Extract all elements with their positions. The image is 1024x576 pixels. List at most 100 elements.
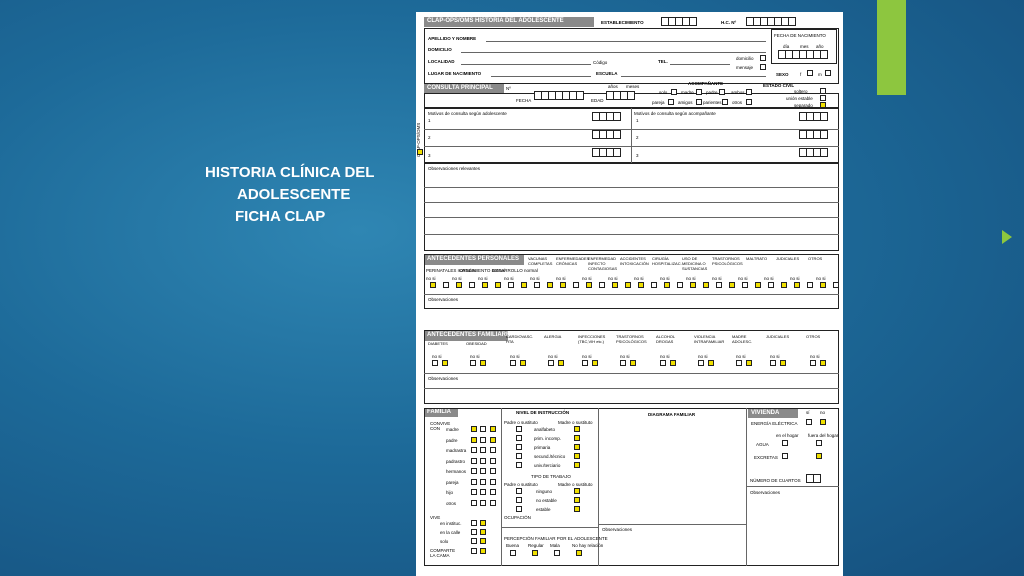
ap-checkbox bbox=[742, 282, 748, 288]
civil-union: unión estable bbox=[786, 96, 813, 101]
ap-checkbox bbox=[703, 282, 709, 288]
convive-checkbox-2 bbox=[480, 457, 486, 464]
slide-title: HISTORIA CLÍNICA DEL ADOLESCENTE FICHA C… bbox=[205, 162, 374, 228]
ap-checkbox bbox=[599, 282, 605, 288]
ap-checkbox bbox=[781, 282, 787, 288]
af-no-si: no si bbox=[736, 354, 746, 359]
ap-checkbox bbox=[768, 282, 774, 288]
hc-label: H.C. Nº bbox=[721, 20, 737, 25]
convive-checkbox-1 bbox=[471, 426, 477, 432]
motivo-acomp-cells-2 bbox=[799, 130, 828, 139]
ap-checkbox bbox=[794, 282, 800, 288]
slide-title-line-1: HISTORIA CLÍNICA DEL bbox=[205, 164, 375, 181]
tel-line bbox=[670, 64, 730, 65]
civil-soltero-checkbox bbox=[820, 88, 826, 94]
instr-madre-checkbox bbox=[574, 435, 580, 441]
ap-col-label: ENFERMEDADES CRÓNICAS bbox=[556, 256, 590, 266]
agua-fuera-checkbox bbox=[816, 440, 822, 446]
familia-section bbox=[424, 408, 839, 566]
obs-line-4 bbox=[424, 234, 839, 235]
localidad-line bbox=[461, 64, 591, 65]
lugar-line bbox=[491, 76, 591, 77]
vive-row-label: en la calle bbox=[440, 530, 461, 535]
instr-padre-checkbox bbox=[516, 435, 522, 441]
convive-row-label: pareja bbox=[446, 479, 459, 485]
percepcion-checkbox bbox=[532, 550, 538, 556]
convive-row-label: padrastro bbox=[446, 458, 466, 464]
ap-no-si: no si bbox=[712, 276, 722, 281]
af-no-checkbox bbox=[660, 360, 666, 366]
instr-madre-label: Madre o sustituto bbox=[558, 420, 593, 425]
convive-checkbox-2 bbox=[480, 468, 486, 474]
motivo-adol-1: 1 bbox=[428, 118, 431, 123]
ap-checkbox bbox=[820, 282, 826, 288]
ap-no-si: no si bbox=[530, 276, 540, 281]
ap-checkbox bbox=[508, 282, 514, 288]
motivo-line-1 bbox=[424, 129, 839, 130]
vive-no-checkbox bbox=[471, 529, 477, 535]
energia-si-checkbox bbox=[806, 419, 812, 425]
instr-row-label: secund./técnico bbox=[534, 454, 566, 459]
af-si-checkbox bbox=[442, 360, 448, 366]
af-col-label: DIABETES bbox=[428, 341, 448, 346]
convive-checkbox-3 bbox=[490, 499, 496, 506]
acomp-ambos-checkbox bbox=[746, 89, 752, 95]
side-marker bbox=[417, 149, 423, 155]
vivienda-header: VIVIENDA bbox=[748, 409, 798, 418]
percepcion-checkbox bbox=[510, 550, 516, 556]
edad-cells bbox=[606, 91, 635, 100]
af-col-label: MADRE ADOLESC. bbox=[732, 334, 753, 344]
diagrama-familiar-label: DIAGRAMA FAMILIAR bbox=[648, 412, 696, 417]
excretas-label: EXCRETAS bbox=[754, 455, 778, 460]
instr-row-label: univ./terciario bbox=[534, 463, 561, 468]
motivos-divider bbox=[631, 108, 632, 163]
ap-checkbox bbox=[430, 282, 436, 288]
convive-checkbox-1 bbox=[471, 499, 477, 506]
instr-madre-checkbox bbox=[574, 426, 580, 432]
acomp-otros: otros bbox=[732, 100, 743, 105]
nivel-instruccion-label: NIVEL DE INSTRUCCIÓN bbox=[516, 410, 570, 415]
af-col-label: VIOLENCIA INTRAFAMILIAR bbox=[694, 334, 725, 344]
ap-checkbox bbox=[482, 282, 488, 288]
ap-desarrollo: DESARROLLO normal bbox=[492, 268, 538, 273]
instr-madre-checkbox bbox=[574, 453, 580, 459]
ap-col-label: MALTRATO bbox=[746, 256, 768, 261]
percepcion-option-label: Regular bbox=[528, 543, 544, 548]
hc-cells bbox=[746, 17, 796, 26]
af-si-checkbox bbox=[746, 360, 752, 366]
convive-row-label: madrastra bbox=[446, 448, 467, 453]
ap-checkbox bbox=[625, 282, 631, 288]
energia-label: ENERGÍA ELÉCTRICA bbox=[751, 421, 798, 426]
ap-col-label: ENFERMEDAD INFECTO CONTAGIOSAS bbox=[588, 256, 618, 271]
acomp-amigos-checkbox bbox=[696, 99, 702, 105]
slide-title-line-2: ADOLESCENTE bbox=[237, 186, 351, 203]
next-slide-arrow-icon[interactable] bbox=[1002, 230, 1012, 244]
establecimiento-cells bbox=[661, 17, 697, 26]
af-si-checkbox bbox=[480, 360, 486, 366]
af-si-checkbox bbox=[780, 360, 786, 366]
domicilio-option: domicilio bbox=[736, 56, 754, 61]
convive-checkbox-2 bbox=[480, 447, 486, 453]
consulta-number-label: Nº bbox=[506, 86, 511, 91]
af-no-si: no si bbox=[660, 354, 670, 359]
convive-checkbox-2 bbox=[480, 489, 486, 495]
motivo-acomp-2: 2 bbox=[636, 135, 639, 140]
ap-col-label: TRASTORNOS PSICOLÓGICOS bbox=[712, 256, 743, 266]
convive-row-label: hijo bbox=[446, 490, 454, 495]
af-col-label: OBESIDAD bbox=[466, 341, 487, 346]
ap-checkbox bbox=[690, 282, 696, 288]
apellido-label: APELLIDO Y NOMBRE bbox=[428, 36, 477, 41]
ap-no-si: no si bbox=[452, 276, 462, 281]
civil-union-checkbox bbox=[820, 95, 826, 101]
af-si-checkbox bbox=[558, 360, 564, 366]
instr-row-label: primaria bbox=[534, 445, 551, 450]
ap-checkbox bbox=[755, 282, 761, 288]
mensaje-option: mensaje bbox=[736, 65, 754, 70]
num-cuartos-label: NÚMERO DE CUARTOS bbox=[750, 478, 801, 483]
acomp-otros-checkbox bbox=[746, 99, 752, 105]
instr-madre-checkbox bbox=[574, 462, 580, 468]
fecha-nacimiento-cells bbox=[778, 50, 828, 59]
motivo-adol-cells-3 bbox=[592, 148, 621, 157]
ap-observaciones: Observaciones bbox=[428, 297, 459, 302]
agua-label: AGUA bbox=[756, 442, 769, 447]
